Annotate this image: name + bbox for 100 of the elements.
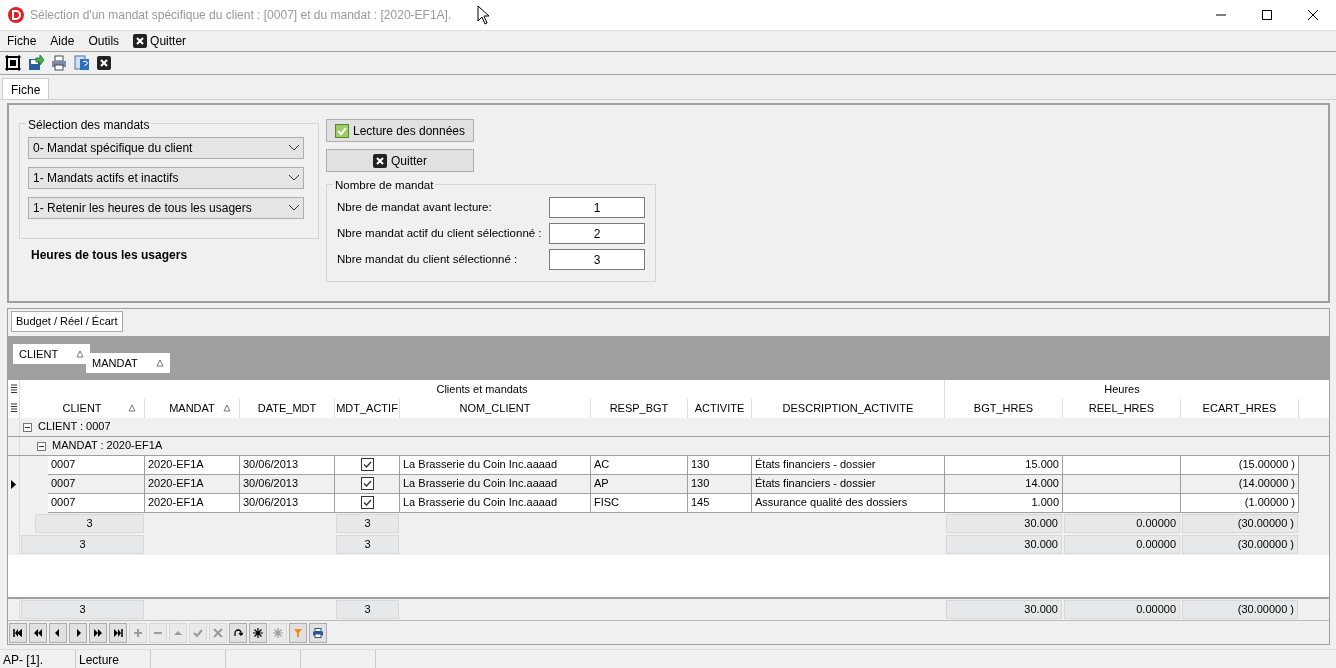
sort-icon: [128, 404, 136, 412]
app-logo-icon: [8, 7, 24, 23]
close-icon[interactable]: [97, 56, 111, 70]
summary-cell: (30.00000 ): [1182, 534, 1298, 554]
summary-cell: (30.00000 ): [1182, 599, 1298, 619]
cross-icon: [213, 627, 223, 638]
menu-item[interactable]: Fiche: [7, 32, 37, 50]
group-by-chip[interactable]: CLIENT: [13, 343, 91, 364]
field-label: Nbre de mandat avant lecture:: [337, 199, 492, 215]
summary-cell: 0.00000: [1064, 599, 1180, 619]
note-text: Heures de tous les usagers: [31, 247, 189, 264]
nav-button[interactable]: [229, 622, 247, 643]
close-icon: [373, 153, 387, 168]
chevron-down-icon: [289, 175, 299, 181]
sort-icon: [155, 358, 164, 367]
sort-icon: [223, 404, 231, 412]
collapse-icon[interactable]: [37, 441, 46, 451]
menu-item[interactable]: Outils: [88, 32, 120, 50]
checkbox[interactable]: [360, 458, 374, 471]
menu-item[interactable]: Aide: [50, 32, 75, 50]
summary-cell: 0.00000: [1064, 513, 1180, 533]
summary-cell: (30.00000 ): [1182, 513, 1298, 533]
last-icon: [113, 627, 123, 638]
count-field[interactable]: 2: [549, 223, 645, 244]
column-header[interactable]: BGT_HRES: [945, 398, 1063, 418]
summary-cell: 30.000: [946, 513, 1062, 533]
dropdown[interactable]: 1- Retenir les heures de tous les usagers: [28, 197, 304, 219]
nav-button[interactable]: [9, 622, 27, 643]
column-chooser-icon[interactable]: [10, 403, 17, 413]
nav-button[interactable]: [29, 622, 47, 643]
status-text: Lecture: [76, 650, 151, 668]
nav-button[interactable]: [249, 622, 267, 643]
column-header[interactable]: ACTIVITE: [688, 398, 752, 418]
column-header[interactable]: DESCRIPTION_ACTIVITE: [752, 398, 945, 418]
summary-cell: 30.000: [946, 534, 1062, 554]
print-icon: [313, 627, 323, 638]
redo-icon: [233, 627, 243, 638]
first-icon: [13, 627, 23, 638]
help-document-icon[interactable]: [74, 55, 90, 71]
current-row-icon: [11, 479, 16, 489]
summary-cell: 3: [21, 534, 144, 554]
chevron-down-icon: [289, 145, 299, 151]
window-title: Sélection d'un mandat spécifique du client : [0007] et du mandat : [2020-EF1A].: [30, 7, 452, 24]
frame-icon[interactable]: [5, 55, 21, 71]
nav-button[interactable]: [109, 622, 127, 643]
close-icon: [133, 34, 148, 48]
nav-button[interactable]: [309, 622, 327, 643]
maximize-icon[interactable]: [1262, 10, 1272, 20]
column-header[interactable]: MDT_ACTIF: [335, 398, 400, 418]
chevron-down-icon: [289, 205, 299, 211]
column-header[interactable]: RESP_BGT: [591, 398, 688, 418]
column-header[interactable]: CLIENT: [20, 398, 145, 418]
dropdown[interactable]: 1- Mandats actifs et inactifs: [28, 167, 304, 189]
filter-icon: [293, 627, 303, 638]
nav-button[interactable]: [89, 622, 107, 643]
summary-cell: 3: [336, 513, 399, 533]
column-header[interactable]: REEL_HRES: [1063, 398, 1181, 418]
field-label: Nbre mandat actif du client sélectionné :: [337, 225, 542, 241]
plus-icon: [133, 627, 143, 638]
group-row-label: CLIENT : 0007: [37, 419, 112, 435]
asterisk-icon: [273, 627, 283, 638]
tab[interactable]: Budget / Réel / Écart: [11, 311, 123, 332]
summary-cell: 3: [35, 513, 144, 533]
group-by-chip[interactable]: MANDAT: [86, 352, 170, 373]
collapse-icon[interactable]: [23, 422, 32, 432]
band-header: Clients et mandats: [20, 379, 945, 399]
menu-item[interactable]: Quitter: [133, 32, 187, 50]
column-chooser-icon[interactable]: [10, 384, 17, 394]
next-page-icon: [93, 627, 103, 638]
column-header[interactable]: DATE_MDT: [240, 398, 335, 418]
previous-page-icon: [33, 627, 43, 638]
dropdown[interactable]: 0- Mandat spécifique du client: [28, 137, 304, 159]
tab[interactable]: Fiche: [2, 78, 50, 99]
summary-cell: 3: [21, 599, 144, 619]
status-text: AP- [1].: [0, 650, 76, 668]
group-row-label: MANDAT : 2020-EF1A: [51, 438, 164, 454]
asterisk-icon: [253, 627, 263, 638]
field-label: Nbre mandat du client sélectionné :: [337, 251, 518, 267]
column-header[interactable]: ECART_HRES: [1181, 398, 1299, 418]
count-field[interactable]: 3: [549, 249, 645, 270]
check-icon: [193, 627, 203, 638]
print-icon[interactable]: [51, 55, 67, 71]
nav-button[interactable]: [69, 622, 87, 643]
cursor-icon: [477, 5, 492, 25]
summary-cell: 30.000: [946, 599, 1062, 619]
band-header: Heures: [1103, 381, 1141, 397]
button[interactable]: Lecture des données: [326, 119, 474, 142]
summary-cell: 3: [336, 534, 399, 554]
checkbox[interactable]: [360, 496, 374, 509]
summary-cell: 3: [336, 599, 399, 619]
save-export-icon[interactable]: [28, 55, 44, 71]
close-icon[interactable]: [1308, 10, 1318, 20]
column-header[interactable]: MANDAT: [145, 398, 240, 418]
checkbox[interactable]: [360, 477, 374, 490]
summary-cell: 0.00000: [1064, 534, 1180, 554]
check-icon: [334, 123, 349, 138]
nav-button[interactable]: [49, 622, 67, 643]
column-header[interactable]: NOM_CLIENT: [400, 398, 591, 418]
button[interactable]: Quitter: [326, 149, 474, 172]
count-field[interactable]: 1: [549, 197, 645, 218]
